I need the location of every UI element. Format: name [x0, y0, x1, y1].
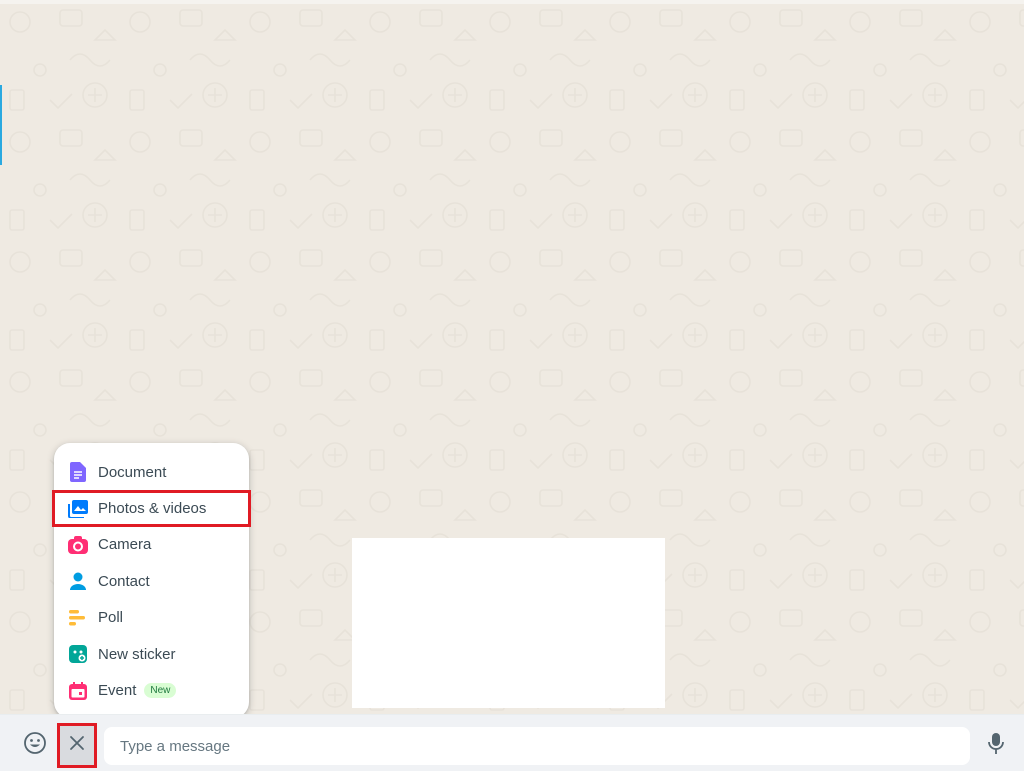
menu-item-label: Document: [98, 463, 167, 481]
message-input[interactable]: [104, 727, 970, 765]
menu-item-poll[interactable]: Poll: [54, 600, 249, 636]
microphone-icon: [988, 732, 1004, 760]
menu-item-event[interactable]: Event New: [54, 672, 249, 708]
new-badge: New: [144, 683, 177, 699]
document-icon: [68, 462, 88, 483]
menu-item-document[interactable]: Document: [54, 454, 249, 490]
camera-icon: [68, 535, 88, 555]
menu-item-camera[interactable]: Camera: [54, 527, 249, 563]
menu-item-label: Event: [98, 682, 137, 700]
message-composer: [0, 714, 1024, 771]
photos-videos-icon: [68, 499, 88, 519]
menu-item-new-sticker[interactable]: New sticker: [54, 636, 249, 672]
blank-panel: [352, 538, 665, 708]
chat-window: Document Photos & videos Camera Contact: [0, 0, 1024, 771]
menu-item-photos-videos[interactable]: Photos & videos: [52, 490, 251, 527]
emoji-button[interactable]: [22, 731, 48, 760]
event-icon: [68, 681, 88, 701]
voice-message-button[interactable]: [984, 732, 1008, 760]
menu-item-label: Camera: [98, 536, 152, 554]
close-attach-button[interactable]: [57, 723, 97, 768]
emoji-icon: [23, 731, 47, 760]
menu-item-label: Photos & videos: [98, 500, 207, 518]
menu-item-label: Poll: [98, 609, 124, 627]
contact-icon: [68, 571, 88, 591]
menu-item-label: New sticker: [98, 645, 176, 663]
menu-item-contact[interactable]: Contact: [54, 563, 249, 599]
left-accent-bar: [0, 85, 2, 165]
poll-icon: [68, 608, 88, 628]
sticker-icon: [68, 644, 88, 664]
close-icon: [69, 735, 85, 756]
attach-menu: Document Photos & videos Camera Contact: [52, 443, 251, 718]
menu-item-label: Contact: [98, 572, 150, 590]
top-strip: [0, 0, 1024, 4]
